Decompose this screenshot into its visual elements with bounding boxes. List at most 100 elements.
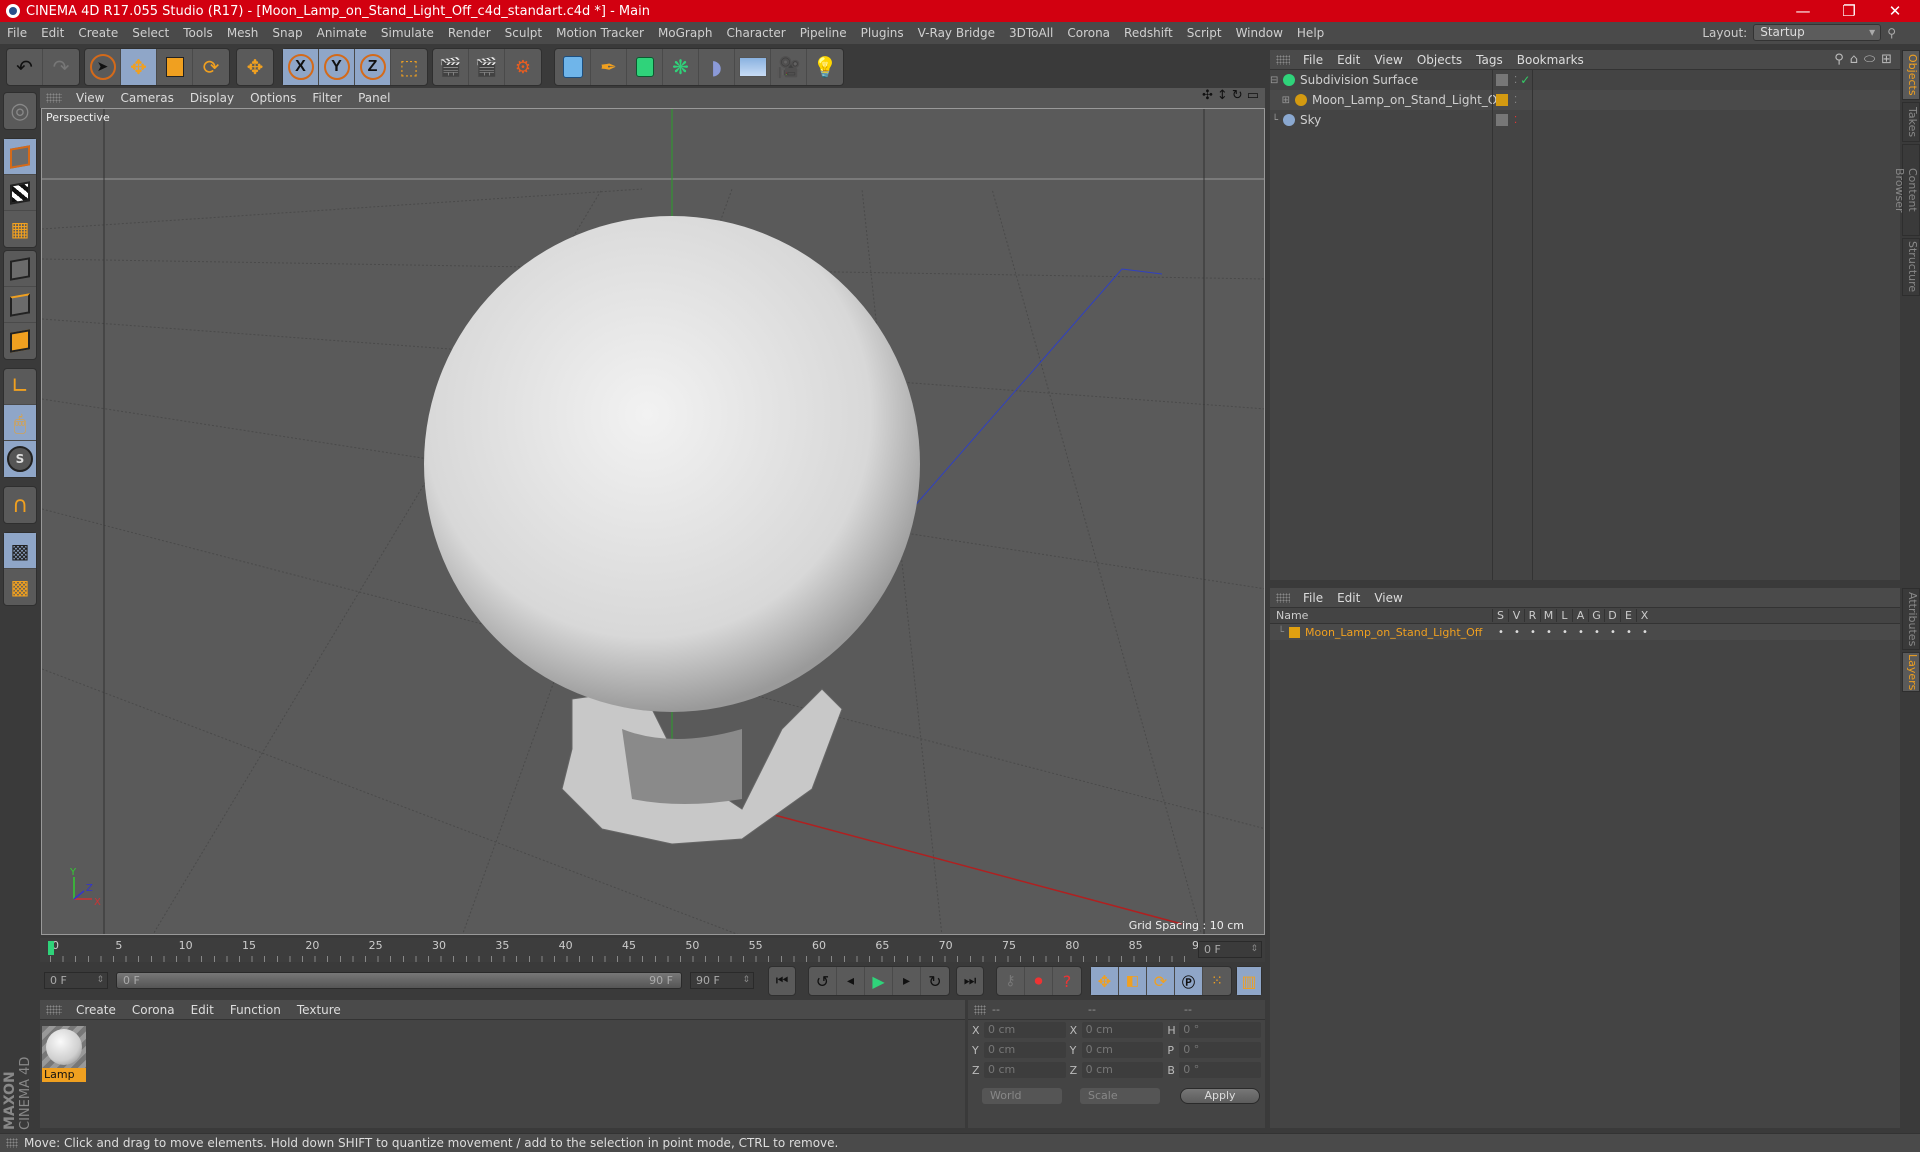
polygons-mode-icon[interactable] (4, 323, 36, 359)
texture-mode-icon[interactable] (4, 175, 36, 211)
menu-pipeline[interactable]: Pipeline (793, 26, 854, 40)
key-position-icon[interactable]: ✥ (1091, 967, 1119, 995)
layer-menu-edit[interactable]: Edit (1330, 591, 1367, 605)
light-icon[interactable]: 💡 (807, 49, 843, 85)
autokey-icon[interactable]: ? (1053, 967, 1081, 995)
object-name[interactable]: Subdivision Surface (1300, 73, 1490, 87)
tab-content-browser[interactable]: Content Browser (1893, 144, 1920, 236)
timeline-ruler[interactable]: 051015202530354045505560657075808590 0 F (40, 938, 1265, 962)
coord-mode-dropdown[interactable]: World (982, 1088, 1062, 1104)
live-transform-icon[interactable]: ✥ (237, 49, 273, 85)
menu-mesh[interactable]: Mesh (220, 26, 266, 40)
menu-snap[interactable]: Snap (265, 26, 309, 40)
render-view-icon[interactable]: 🎬 (433, 49, 469, 85)
snap-settings-icon[interactable]: ▩ (4, 569, 36, 605)
material-menu-edit[interactable]: Edit (183, 1003, 222, 1017)
tab-layers[interactable]: Layers (1902, 652, 1920, 692)
search-icon[interactable]: ⚲ (1887, 26, 1896, 40)
menu-render[interactable]: Render (441, 26, 498, 40)
make-editable-icon[interactable]: ◎ (4, 93, 36, 129)
viewport-menu-options[interactable]: Options (242, 91, 304, 105)
enabled-check-icon[interactable]: ✓ (1520, 73, 1530, 87)
object-row[interactable]: ⊞ Moon_Lamp_on_Stand_Light_Off ⁚ (1270, 90, 1900, 110)
material-menu-create[interactable]: Create (68, 1003, 124, 1017)
play-icon[interactable]: ▶ (865, 967, 893, 995)
object-menu-file[interactable]: File (1296, 53, 1330, 67)
visibility-dots[interactable]: ⁚ (1514, 115, 1517, 126)
axis-mode-icon[interactable]: ∟ (4, 369, 36, 405)
new-window-icon[interactable]: ⊞ (1881, 52, 1892, 67)
layer-column-d[interactable]: D (1604, 609, 1620, 622)
layer-column-e[interactable]: E (1620, 609, 1636, 622)
record-active-icon[interactable]: ⏺ (1025, 967, 1053, 995)
redo-icon[interactable]: ↷ (43, 49, 79, 85)
start-frame-field[interactable]: 0 F (44, 972, 108, 989)
keyframe-lock-icon[interactable]: ⚷ (997, 967, 1025, 995)
tab-objects[interactable]: Objects (1902, 50, 1920, 100)
object-name[interactable]: Moon_Lamp_on_Stand_Light_Off (1312, 93, 1506, 107)
coord-rotation-field[interactable]: 0 ° (1179, 1022, 1262, 1038)
menu-help[interactable]: Help (1290, 26, 1331, 40)
cloner-icon[interactable]: ❋ (663, 49, 699, 85)
next-frame-icon[interactable]: ▸ (893, 967, 921, 995)
magnet-icon[interactable]: ∩ (4, 487, 36, 523)
viewport-menu-panel[interactable]: Panel (350, 91, 398, 105)
layer-expressions-icon[interactable]: • (1621, 627, 1637, 638)
layer-color-swatch[interactable] (1289, 626, 1300, 638)
layer-column-r[interactable]: R (1524, 609, 1540, 622)
layer-solo-icon[interactable]: • (1493, 627, 1509, 638)
coord-position-field[interactable]: 0 cm (983, 1062, 1066, 1078)
layer-row[interactable]: └ Moon_Lamp_on_Stand_Light_Off • • • • • • • • • • (1270, 624, 1900, 640)
pen-spline-icon[interactable]: ✒ (591, 49, 627, 85)
points-mode-icon[interactable] (4, 251, 36, 287)
viewport-menu-filter[interactable]: Filter (304, 91, 350, 105)
layer-column-v[interactable]: V (1508, 609, 1524, 622)
menu-edit[interactable]: Edit (34, 26, 71, 40)
object-row[interactable]: ⊟ Subdivision Surface ⁚ ✓ (1270, 70, 1900, 90)
viewport-menu-view[interactable]: View (68, 91, 112, 105)
coord-scale-dropdown[interactable]: Scale (1080, 1088, 1160, 1104)
layer-manager-icon[interactable]: • (1541, 627, 1557, 638)
key-rotation-icon[interactable]: ⟳ (1147, 967, 1175, 995)
scale-icon[interactable] (157, 49, 193, 85)
home-icon[interactable]: ⌂ (1850, 52, 1858, 67)
coord-size-field[interactable]: 0 cm (1081, 1062, 1164, 1078)
object-menu-edit[interactable]: Edit (1330, 53, 1367, 67)
material-grip-icon[interactable] (46, 1004, 62, 1015)
menu-simulate[interactable]: Simulate (374, 26, 441, 40)
layer-column-g[interactable]: G (1588, 609, 1604, 622)
object-row[interactable]: └ Sky ⁚ (1270, 110, 1900, 130)
deformer-icon[interactable]: ◗ (699, 49, 735, 85)
menu-corona[interactable]: Corona (1060, 26, 1117, 40)
coord-size-field[interactable]: 0 cm (1081, 1042, 1164, 1058)
layer-animation-icon[interactable]: • (1573, 627, 1589, 638)
menu-mograph[interactable]: MoGraph (651, 26, 720, 40)
visibility-dots[interactable]: ⁚ (1514, 95, 1517, 106)
rotate-icon[interactable]: ⟳ (193, 49, 229, 85)
menu-redshift[interactable]: Redshift (1117, 26, 1180, 40)
tab-structure[interactable]: Structure (1902, 238, 1920, 296)
solo-icon[interactable]: S (4, 441, 36, 477)
layer-render-icon[interactable]: • (1525, 627, 1541, 638)
layer-column-x[interactable]: X (1636, 609, 1652, 622)
dolly-icon[interactable]: ↕ (1217, 88, 1228, 103)
tab-attributes[interactable]: Attributes (1902, 588, 1920, 650)
layer-swatch[interactable] (1496, 74, 1508, 86)
menu-animate[interactable]: Animate (310, 26, 374, 40)
filter-icon[interactable]: ⬭ (1864, 52, 1875, 67)
go-to-end-icon[interactable]: ⏭ (957, 967, 983, 995)
axis-x-button[interactable]: X (283, 49, 319, 85)
menu-sculpt[interactable]: Sculpt (498, 26, 549, 40)
visibility-dots[interactable]: ⁚ (1514, 75, 1517, 86)
coord-position-field[interactable]: 0 cm (983, 1042, 1066, 1058)
layer-column-name[interactable]: Name (1270, 609, 1492, 622)
go-to-start-icon[interactable]: ⏮ (769, 967, 795, 995)
coord-rotation-field[interactable]: 0 ° (1179, 1062, 1262, 1078)
layer-column-l[interactable]: L (1556, 609, 1572, 622)
layer-name[interactable]: Moon_Lamp_on_Stand_Light_Off (1305, 626, 1493, 639)
layer-locked-icon[interactable]: • (1557, 627, 1573, 638)
workplane-icon[interactable]: ▦ (4, 211, 36, 247)
menu-motion-tracker[interactable]: Motion Tracker (549, 26, 651, 40)
maximize-view-icon[interactable]: ▭ (1247, 88, 1259, 103)
layer-visible-icon[interactable]: • (1509, 627, 1525, 638)
